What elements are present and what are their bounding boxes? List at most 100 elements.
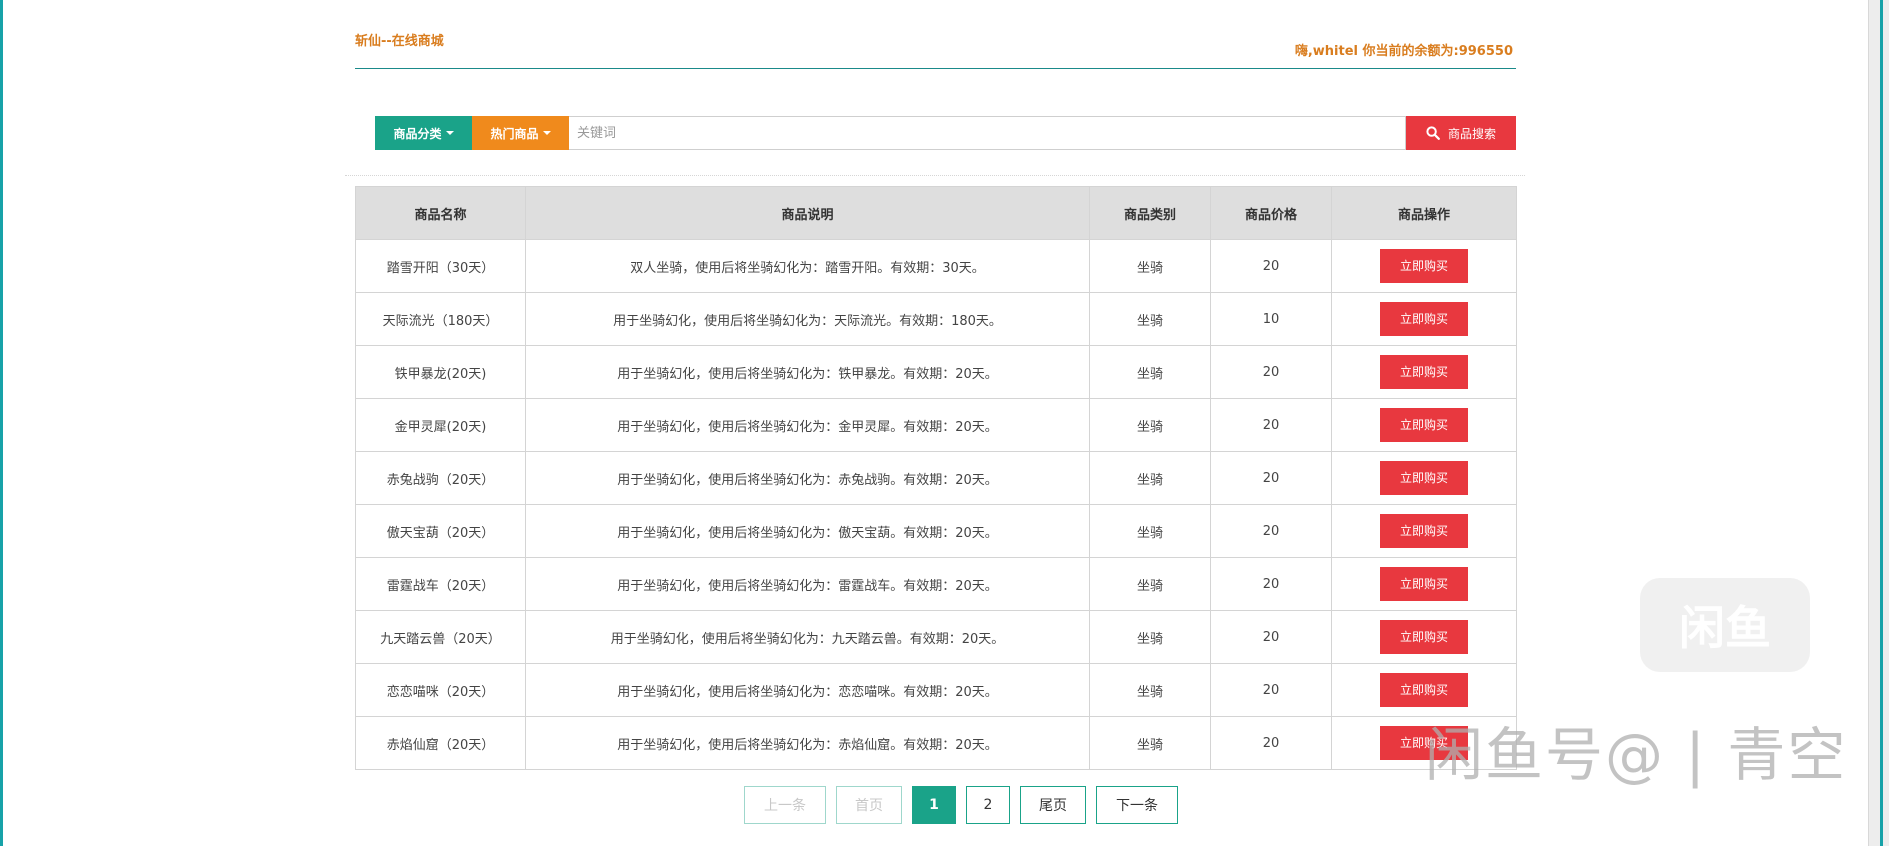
goods-description: 用于坐骑幻化，使用后将坐骑幻化为：九天踏云兽。有效期：20天。	[525, 610, 1090, 664]
goods-name: 金甲灵犀(20天)	[355, 398, 526, 452]
table-row: 铁甲暴龙(20天) 用于坐骑幻化，使用后将坐骑幻化为：铁甲暴龙。有效期：20天。…	[355, 345, 1517, 399]
goods-price: 20	[1210, 239, 1332, 293]
goods-name: 赤兔战驹（20天）	[355, 451, 526, 505]
buy-now-button[interactable]: 立即购买	[1380, 249, 1468, 283]
caret-down-icon	[445, 131, 454, 135]
header-divider	[355, 68, 1516, 69]
category-dropdown-button[interactable]: 商品分类	[375, 116, 472, 150]
goods-price: 20	[1210, 663, 1332, 717]
vertical-scrollbar[interactable]	[1868, 0, 1889, 846]
table-row: 赤兔战驹（20天） 用于坐骑幻化，使用后将坐骑幻化为：赤兔战驹。有效期：20天。…	[355, 451, 1517, 505]
goods-name: 天际流光（180天）	[355, 292, 526, 346]
goods-price: 20	[1210, 451, 1332, 505]
last-page-button[interactable]: 尾页	[1020, 786, 1086, 824]
goods-name: 傲天宝葫（20天）	[355, 504, 526, 558]
pagination: 上一条 首页 1 2 尾页 下一条	[744, 786, 1178, 824]
goods-name: 雷霆战车（20天）	[355, 557, 526, 611]
goods-name: 恋恋喵咪（20天）	[355, 663, 526, 717]
table-row: 金甲灵犀(20天) 用于坐骑幻化，使用后将坐骑幻化为：金甲灵犀。有效期：20天。…	[355, 398, 1517, 452]
header-category: 商品类别	[1089, 186, 1211, 240]
goods-category: 坐骑	[1089, 716, 1211, 770]
goods-category: 坐骑	[1089, 557, 1211, 611]
buy-now-button[interactable]: 立即购买	[1380, 408, 1468, 442]
goods-price: 20	[1210, 610, 1332, 664]
table-header-row: 商品名称 商品说明 商品类别 商品价格 商品操作	[355, 186, 1517, 240]
prev-page-button[interactable]: 上一条	[744, 786, 826, 824]
next-page-button[interactable]: 下一条	[1096, 786, 1178, 824]
goods-price: 20	[1210, 716, 1332, 770]
goods-description: 双人坐骑，使用后将坐骑幻化为：踏雪开阳。有效期：30天。	[525, 239, 1090, 293]
goods-description: 用于坐骑幻化，使用后将坐骑幻化为：恋恋喵咪。有效期：20天。	[525, 663, 1090, 717]
goods-action-cell: 立即购买	[1331, 345, 1517, 399]
search-bar: 商品分类 热门商品 商品搜索	[375, 116, 1516, 150]
header-price: 商品价格	[1210, 186, 1332, 240]
goods-category: 坐骑	[1089, 610, 1211, 664]
table-row: 恋恋喵咪（20天） 用于坐骑幻化，使用后将坐骑幻化为：恋恋喵咪。有效期：20天。…	[355, 663, 1517, 717]
goods-category: 坐骑	[1089, 345, 1211, 399]
welcome-balance-text: 嗨,whitel 你当前的余额为:996550	[1294, 44, 1513, 59]
goods-description: 用于坐骑幻化，使用后将坐骑幻化为：铁甲暴龙。有效期：20天。	[525, 345, 1090, 399]
goods-name: 铁甲暴龙(20天)	[355, 345, 526, 399]
site-title: 斩仙--在线商城	[355, 34, 444, 49]
page-1-button[interactable]: 1	[912, 786, 956, 824]
goods-table: 商品名称 商品说明 商品类别 商品价格 商品操作 踏雪开阳（30天） 双人坐骑，…	[355, 186, 1517, 770]
hot-goods-dropdown-label: 热门商品	[490, 126, 539, 141]
goods-name: 九天踏云兽（20天）	[355, 610, 526, 664]
search-icon	[1426, 126, 1440, 140]
table-row: 九天踏云兽（20天） 用于坐骑幻化，使用后将坐骑幻化为：九天踏云兽。有效期：20…	[355, 610, 1517, 664]
table-row: 傲天宝葫（20天） 用于坐骑幻化，使用后将坐骑幻化为：傲天宝葫。有效期：20天。…	[355, 504, 1517, 558]
goods-name: 踏雪开阳（30天）	[355, 239, 526, 293]
caret-down-icon	[542, 131, 551, 135]
goods-name: 赤焰仙窟（20天）	[355, 716, 526, 770]
goods-category: 坐骑	[1089, 398, 1211, 452]
goods-description: 用于坐骑幻化，使用后将坐骑幻化为：赤焰仙窟。有效期：20天。	[525, 716, 1090, 770]
watermark-text: 闲鱼号@ | 青空	[1425, 721, 1848, 789]
header-description: 商品说明	[525, 186, 1090, 240]
table-row: 踏雪开阳（30天） 双人坐骑，使用后将坐骑幻化为：踏雪开阳。有效期：30天。 坐…	[355, 239, 1517, 293]
search-button[interactable]: 商品搜索	[1406, 116, 1516, 150]
goods-category: 坐骑	[1089, 451, 1211, 505]
goods-action-cell: 立即购买	[1331, 504, 1517, 558]
goods-description: 用于坐骑幻化，使用后将坐骑幻化为：天际流光。有效期：180天。	[525, 292, 1090, 346]
buy-now-button[interactable]: 立即购买	[1380, 302, 1468, 336]
goods-action-cell: 立即购买	[1331, 292, 1517, 346]
goods-price: 10	[1210, 292, 1332, 346]
goods-category: 坐骑	[1089, 292, 1211, 346]
goods-action-cell: 立即购买	[1331, 398, 1517, 452]
header-actions: 商品操作	[1331, 186, 1517, 240]
goods-category: 坐骑	[1089, 239, 1211, 293]
table-row: 赤焰仙窟（20天） 用于坐骑幻化，使用后将坐骑幻化为：赤焰仙窟。有效期：20天。…	[355, 716, 1517, 770]
goods-price: 20	[1210, 504, 1332, 558]
search-input[interactable]	[569, 116, 1406, 150]
goods-action-cell: 立即购买	[1331, 610, 1517, 664]
goods-category: 坐骑	[1089, 504, 1211, 558]
first-page-button[interactable]: 首页	[836, 786, 902, 824]
buy-now-button[interactable]: 立即购买	[1380, 620, 1468, 654]
goods-action-cell: 立即购买	[1331, 557, 1517, 611]
buy-now-button[interactable]: 立即购买	[1380, 673, 1468, 707]
section-divider	[345, 175, 1525, 176]
goods-price: 20	[1210, 557, 1332, 611]
goods-price: 20	[1210, 398, 1332, 452]
header-name: 商品名称	[355, 186, 526, 240]
goods-description: 用于坐骑幻化，使用后将坐骑幻化为：赤兔战驹。有效期：20天。	[525, 451, 1090, 505]
category-dropdown-label: 商品分类	[393, 126, 442, 141]
window-left-border	[0, 0, 3, 846]
page-2-button[interactable]: 2	[966, 786, 1010, 824]
buy-now-button[interactable]: 立即购买	[1380, 514, 1468, 548]
watermark-logo: 闲鱼	[1640, 578, 1810, 672]
goods-action-cell: 立即购买	[1331, 451, 1517, 505]
table-row: 雷霆战车（20天） 用于坐骑幻化，使用后将坐骑幻化为：雷霆战车。有效期：20天。…	[355, 557, 1517, 611]
goods-category: 坐骑	[1089, 663, 1211, 717]
buy-now-button[interactable]: 立即购买	[1380, 461, 1468, 495]
goods-description: 用于坐骑幻化，使用后将坐骑幻化为：金甲灵犀。有效期：20天。	[525, 398, 1090, 452]
window-right-border	[1880, 0, 1883, 846]
goods-price: 20	[1210, 345, 1332, 399]
goods-action-cell: 立即购买	[1331, 239, 1517, 293]
hot-goods-dropdown-button[interactable]: 热门商品	[472, 116, 569, 150]
goods-description: 用于坐骑幻化，使用后将坐骑幻化为：傲天宝葫。有效期：20天。	[525, 504, 1090, 558]
goods-description: 用于坐骑幻化，使用后将坐骑幻化为：雷霆战车。有效期：20天。	[525, 557, 1090, 611]
search-button-label: 商品搜索	[1447, 126, 1496, 141]
buy-now-button[interactable]: 立即购买	[1380, 355, 1468, 389]
buy-now-button[interactable]: 立即购买	[1380, 567, 1468, 601]
